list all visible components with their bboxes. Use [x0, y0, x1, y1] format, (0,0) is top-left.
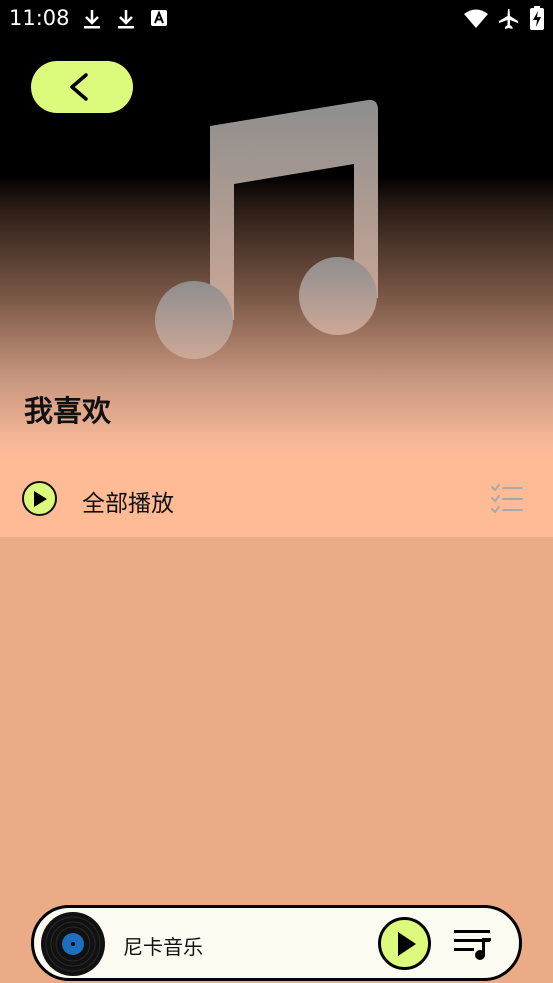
status-time: 11:08	[9, 6, 70, 30]
download-icon	[84, 10, 100, 29]
mini-play-button[interactable]	[378, 917, 431, 970]
back-button[interactable]	[31, 61, 133, 113]
play-all-row[interactable]: 全部播放	[0, 460, 553, 537]
music-note-icon	[155, 99, 378, 359]
download-icon	[118, 10, 134, 29]
song-title: 尼卡音乐	[123, 935, 203, 959]
play-icon	[398, 932, 416, 956]
play-all-button[interactable]	[22, 481, 57, 516]
checklist-icon[interactable]	[490, 484, 524, 514]
playlist-title: 我喜欢	[24, 394, 112, 428]
status-bar: 11:08	[0, 0, 553, 38]
airplane-icon	[499, 9, 518, 29]
vinyl-disc-icon[interactable]	[40, 911, 106, 977]
playlist-music-icon[interactable]	[454, 928, 494, 960]
mini-player[interactable]: 尼卡音乐	[31, 905, 522, 981]
wifi-icon	[464, 9, 488, 28]
chevron-left-icon	[70, 73, 88, 101]
play-icon	[34, 491, 47, 507]
play-all-label: 全部播放	[82, 491, 174, 517]
text-a-icon	[151, 10, 167, 26]
battery-charging-icon	[530, 6, 544, 30]
